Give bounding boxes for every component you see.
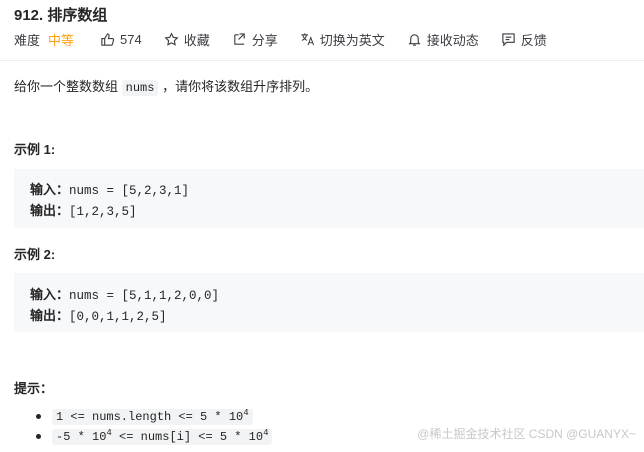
- translate-label: 切换为英文: [319, 32, 385, 48]
- example-2-output-value: [0,0,1,1,2,5]: [69, 310, 167, 324]
- example-1-input-value: nums = [5,2,3,1]: [69, 184, 190, 198]
- hint-2-text-b: <= nums[i] <= 5 * 10: [111, 430, 264, 444]
- feedback-icon: [502, 32, 515, 46]
- notify-button[interactable]: 接收动态: [407, 30, 479, 49]
- hint-2: -5 * 104 <= nums[i] <= 5 * 104: [52, 427, 273, 445]
- difficulty-badge: 中等: [48, 32, 75, 48]
- example-2-heading: 示例 2:: [14, 247, 56, 262]
- example-2-output-label: 输出：: [30, 308, 70, 323]
- example-1-block: 输入：nums = [5,2,3,1] 输出：[1,2,3,5]: [14, 169, 644, 228]
- example-1-heading: 示例 1:: [14, 142, 56, 157]
- example-1-output-line: 输出：[1,2,3,5]: [30, 200, 137, 219]
- translate-button[interactable]: 切换为英文: [300, 30, 385, 49]
- feedback-button[interactable]: 反馈: [501, 30, 547, 49]
- share-label: 分享: [251, 32, 278, 48]
- problem-meta-bar: 难度 中等 574 收藏 分享 切换为英文 接收动态 反馈: [14, 30, 547, 48]
- hint-1-exponent: 4: [243, 408, 249, 418]
- notify-label: 接收动态: [426, 32, 479, 48]
- hint-1-text: 1 <= nums.length <= 5 * 10: [56, 410, 244, 424]
- hint-2-code: -5 * 104 <= nums[i] <= 5 * 104: [52, 428, 273, 445]
- hint-2-bullet: [36, 434, 41, 439]
- feedback-label: 反馈: [520, 32, 547, 48]
- like-button[interactable]: 574: [100, 32, 142, 47]
- example-2-input-line: 输入：nums = [5,1,1,2,0,0]: [30, 284, 219, 303]
- problem-title: 912. 排序数组: [14, 7, 108, 24]
- bell-icon: [408, 33, 421, 46]
- example-2-input-label: 输入：: [30, 287, 70, 302]
- hint-1-code: 1 <= nums.length <= 5 * 104: [52, 409, 253, 425]
- example-1-output-label: 输出：: [30, 203, 70, 218]
- example-1-output-value: [1,2,3,5]: [69, 205, 137, 219]
- example-2-block: 输入：nums = [5,1,1,2,0,0] 输出：[0,0,1,1,2,5]: [14, 273, 644, 332]
- hint-2-exponent-b: 4: [263, 428, 269, 438]
- hints-heading: 提示：: [14, 381, 54, 396]
- translate-icon: [301, 32, 314, 45]
- share-icon: [234, 32, 245, 45]
- hint-2-text-a: -5 * 10: [56, 430, 107, 444]
- header-divider: [0, 60, 644, 61]
- hint-1-bullet: [36, 414, 41, 419]
- thumbs-up-icon: [101, 32, 115, 46]
- description-text-after: ，请你将该数组升序排列。: [162, 79, 319, 94]
- problem-description: 给你一个整数数组 nums ，请你将该数组升序排列。: [14, 76, 319, 96]
- watermark: @稀土掘金技术社区 CSDN @GUANYX~: [417, 427, 636, 441]
- description-code-nums: nums: [121, 80, 159, 96]
- example-1-input-line: 输入：nums = [5,2,3,1]: [30, 179, 189, 198]
- favorite-label: 收藏: [183, 32, 210, 48]
- example-2-output-line: 输出：[0,0,1,1,2,5]: [30, 305, 167, 324]
- example-1-input-label: 输入：: [30, 182, 70, 197]
- share-button[interactable]: 分享: [232, 30, 278, 49]
- hint-1: 1 <= nums.length <= 5 * 104: [52, 407, 253, 425]
- example-2-input-value: nums = [5,1,1,2,0,0]: [69, 289, 220, 303]
- star-icon: [164, 31, 179, 46]
- favorite-button[interactable]: 收藏: [164, 30, 210, 49]
- like-count: 574: [120, 31, 142, 47]
- difficulty-label: 难度: [14, 32, 41, 48]
- description-text-before: 给你一个整数数组: [14, 79, 119, 94]
